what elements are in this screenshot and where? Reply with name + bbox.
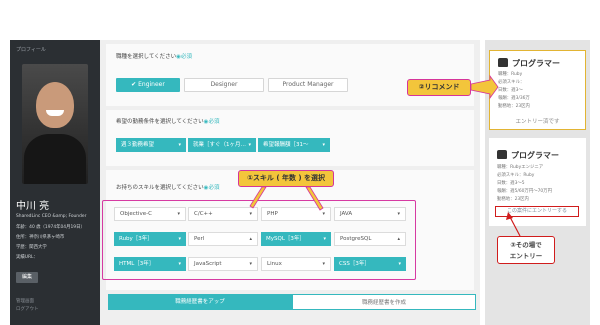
skill-javascript-select[interactable]: JavaScript ▾ [188, 257, 258, 271]
profile-name: 中川 亮 [16, 201, 50, 212]
admin-link[interactable]: 管理画面 [16, 298, 34, 304]
logout-link[interactable]: ログアウト [16, 306, 39, 312]
edit-profile-button[interactable]: 編集 [16, 272, 38, 283]
recommendation-card-1: プログラマー 職種：Ruby 必須スキル： 日数：週3～ 報酬：週3/36万 勤… [489, 50, 586, 130]
chevron-down-icon: ▾ [249, 211, 252, 217]
job-detail: 日数：週3～ [498, 88, 523, 93]
condition-reward-select[interactable]: 希望報酬額［31～ ▾ [258, 138, 330, 152]
chevron-down-icon: ▾ [178, 142, 181, 148]
profile-header: プロフィール [16, 47, 46, 53]
entry-callout: ③その場で エントリー [497, 236, 555, 264]
profile-title: SharedLinc CEO &amp; Founder [16, 214, 87, 219]
chevron-down-icon: ▾ [322, 211, 325, 217]
job-detail: 必須スキル：Ruby [497, 173, 535, 178]
chevron-down-icon: ▾ [398, 261, 401, 267]
chevron-down-icon: ▾ [322, 261, 325, 267]
position-designer-button[interactable]: Designer [184, 78, 264, 92]
job-title-1: プログラマー [498, 58, 560, 69]
conditions-label: 希望の勤務条件を選択してください◉必須 [116, 119, 220, 125]
chevron-down-icon: ▾ [323, 236, 326, 242]
job-detail: 職種：Ruby [498, 72, 523, 77]
job-detail: 日数：週3～5 [497, 181, 525, 186]
skill-postgresql-select[interactable]: PostgreSQL ▴ [334, 232, 406, 246]
chevron-down-icon: ▾ [178, 261, 181, 267]
skill-perl-select[interactable]: Perl ▴ [188, 232, 258, 246]
position-engineer-button[interactable]: ✔ Engineer [116, 78, 180, 92]
skill-mysql-select[interactable]: MySQL［3年］ ▾ [261, 232, 331, 246]
profile-age: 年齢：40 歳（1974年04月19日） [16, 225, 85, 230]
avatar [22, 64, 88, 184]
skill-linux-select[interactable]: Linux ▾ [261, 257, 331, 271]
condition-days-select[interactable]: 週３勤務希望 ▾ [116, 138, 186, 152]
recommend-callout: ②リコメンド [407, 79, 471, 96]
chevron-down-icon: ▾ [178, 236, 181, 242]
skill-cpp-select[interactable]: C/C++ ▾ [188, 207, 258, 221]
chevron-down-icon: ▾ [248, 142, 251, 148]
skill-ruby-select[interactable]: Ruby［3年］ ▾ [114, 232, 186, 246]
chevron-down-icon: ▾ [322, 142, 325, 148]
job-detail: 勤務地：23区内 [498, 104, 530, 109]
job-detail: 職種：Rubyエンジニア [497, 165, 544, 170]
recommendation-panel: プログラマー 職種：Ruby 必須スキル： 日数：週3～ 報酬：週3/36万 勤… [485, 40, 590, 325]
profile-education: 学歴：関西大学 [16, 245, 47, 250]
tab-upload-resume[interactable]: 職務経歴書をアップ [108, 294, 292, 310]
position-label: 職種を選択してください◉必須 [116, 54, 192, 60]
condition-start-select[interactable]: 就業［すぐ（1ヶ月… ▾ [188, 138, 256, 152]
job-detail: 必須スキル： [498, 80, 525, 85]
skill-java-select[interactable]: JAVA ▾ [334, 207, 406, 221]
job-detail: 勤務地：23区内 [497, 197, 529, 202]
recommendation-card-2: プログラマー 職種：Rubyエンジニア 必須スキル：Ruby 日数：週3～5 報… [489, 138, 586, 226]
tab-create-resume[interactable]: 職務経歴書を作成 [292, 294, 476, 310]
profile-url: 実績URL： [16, 255, 38, 260]
chevron-down-icon: ▾ [397, 211, 400, 217]
skill-php-select[interactable]: PHP ▾ [261, 207, 331, 221]
job-detail: 報酬：週3/36万 [498, 96, 530, 101]
job-title-2: プログラマー [497, 150, 559, 161]
skill-css-select[interactable]: CSS［3年］ ▾ [334, 257, 406, 271]
entry-button[interactable]: この案件にエントリーする [495, 206, 579, 217]
profile-sidebar: プロフィール 中川 亮 SharedLinc CEO &amp; Founder… [10, 40, 100, 325]
skills-label: お持ちのスキルを選択してください◉必須 [116, 185, 220, 191]
skills-callout: ①スキル ( 年数 ) を選択 [238, 170, 334, 187]
entry-status: エントリー済です [515, 119, 560, 125]
job-detail: 報酬：週5/60万円～70万円 [497, 189, 552, 194]
position-pm-button[interactable]: Product Manager [268, 78, 348, 92]
chevron-down-icon: ▾ [177, 211, 180, 217]
chevron-up-icon: ▴ [249, 236, 252, 242]
profile-address: 住所：神奈川県茅ヶ崎市 [16, 235, 65, 240]
briefcase-icon [498, 58, 508, 67]
skill-objective-c-select[interactable]: Objective-C ▾ [114, 207, 186, 221]
chevron-up-icon: ▴ [397, 236, 400, 242]
skill-html-select[interactable]: HTML［3年］ ▾ [114, 257, 186, 271]
briefcase-icon [497, 150, 507, 159]
chevron-down-icon: ▾ [249, 261, 252, 267]
